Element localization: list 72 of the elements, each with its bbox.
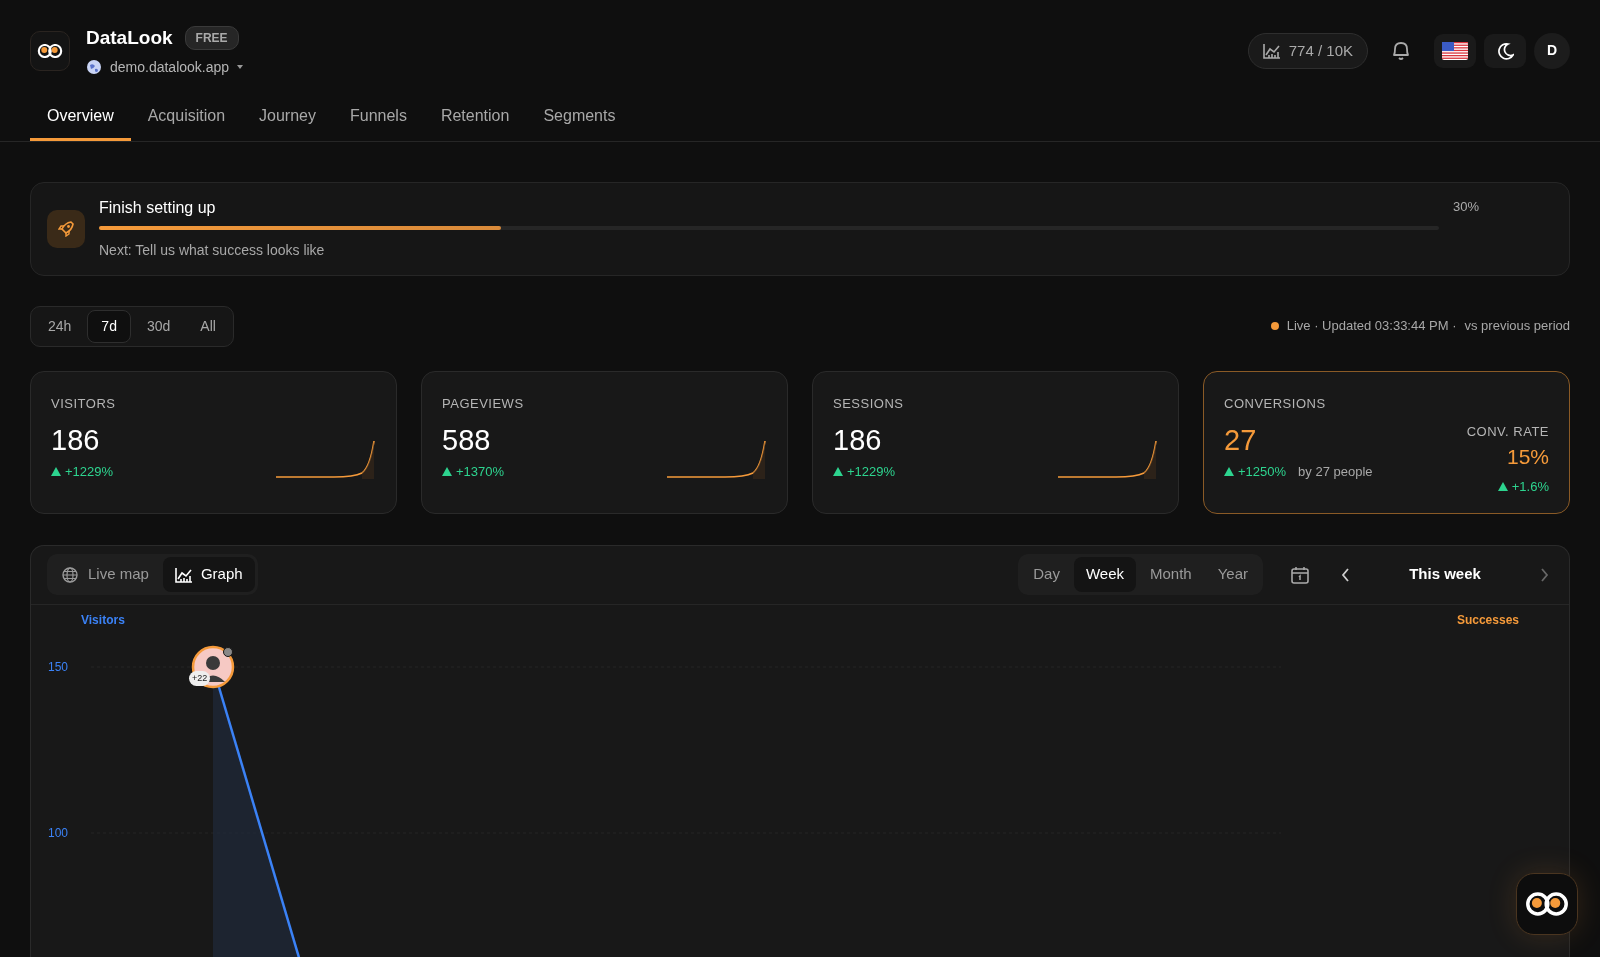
metric-label: SESSIONS xyxy=(833,394,905,413)
metric-label: CONVERSIONS xyxy=(1224,394,1327,413)
usage-count: 774 / 10K xyxy=(1288,40,1353,61)
theme-toggle-button[interactable] xyxy=(1484,33,1526,68)
flag-icon xyxy=(1442,41,1468,60)
language-button[interactable] xyxy=(1434,33,1476,68)
assistant-button[interactable] xyxy=(1516,873,1578,935)
axis-tick-label: 100 xyxy=(48,825,69,840)
up-triangle-icon xyxy=(1497,481,1508,491)
metric-value: 588 xyxy=(442,423,492,458)
up-triangle-icon xyxy=(833,467,843,477)
rocket-icon xyxy=(58,220,74,237)
change-percent: +1250% xyxy=(1238,462,1287,481)
rate-value: 15% xyxy=(1506,444,1549,470)
site-selector[interactable]: demo.datalook.app xyxy=(110,56,230,78)
range-tab[interactable]: Year xyxy=(1205,557,1260,592)
eyes-icon xyxy=(37,43,63,58)
metric-note: by 27 people xyxy=(1298,462,1373,481)
chevron-left-icon xyxy=(1341,567,1350,582)
period-option[interactable]: 24h xyxy=(34,309,86,343)
metric-label: PAGEVIEWS xyxy=(442,394,525,413)
range-tab[interactable]: Week xyxy=(1073,557,1136,592)
metric-value: 186 xyxy=(51,423,101,458)
comparison-label[interactable]: vs previous period xyxy=(1464,316,1570,336)
plan-badge: FREE xyxy=(184,26,239,51)
view-tab[interactable]: Live map xyxy=(50,557,161,592)
globe-icon xyxy=(86,59,102,75)
change-percent: +1229% xyxy=(847,462,896,481)
metric-value: 186 xyxy=(833,423,883,458)
caret-icon[interactable] xyxy=(237,65,244,69)
period-option[interactable]: All xyxy=(186,309,230,343)
update-status: Live · Updated 03:33:44 PM · xyxy=(1286,317,1457,336)
globe-icon xyxy=(62,566,80,583)
live-dot xyxy=(1270,322,1279,330)
chevron-right-icon xyxy=(1540,567,1549,582)
period-label: This week xyxy=(1408,564,1482,585)
range-tab[interactable]: Day xyxy=(1021,557,1072,592)
metric-value: 27 xyxy=(1224,423,1258,458)
period-option[interactable]: 7d xyxy=(87,309,131,343)
chart-icon xyxy=(174,566,193,583)
setup-title: Finish setting up xyxy=(99,198,217,218)
axis-tick-label: 150 xyxy=(48,659,69,674)
nav-tab[interactable]: Acquisition xyxy=(130,99,243,141)
rate-label: CONV. RATE xyxy=(1466,422,1549,441)
view-tab[interactable]: Graph xyxy=(162,557,255,592)
nav-tab[interactable]: Journey xyxy=(242,99,333,141)
axis-title: Visitors xyxy=(81,611,125,629)
up-triangle-icon xyxy=(442,467,452,477)
usage-pill[interactable]: 774 / 10K xyxy=(1247,32,1368,69)
progress-percent: 30% xyxy=(1453,198,1480,214)
next-step-text: Next: Tell us what success looks like xyxy=(99,241,326,260)
eyes-icon xyxy=(1524,892,1570,916)
nav-tab[interactable]: Retention xyxy=(423,99,527,141)
moon-icon xyxy=(1496,41,1514,60)
metric-label: VISITORS xyxy=(51,394,117,413)
notification-bell-icon[interactable] xyxy=(1390,40,1412,62)
nav-tab[interactable]: Segments xyxy=(526,99,633,141)
nav-tab[interactable]: Overview xyxy=(30,99,131,141)
user-avatar-button[interactable]: D xyxy=(1534,32,1570,69)
up-triangle-icon xyxy=(1224,467,1234,477)
period-option[interactable]: 30d xyxy=(132,309,185,343)
change-percent: +1370% xyxy=(456,462,505,481)
range-tab[interactable]: Month xyxy=(1138,557,1204,592)
calendar-icon xyxy=(1291,565,1309,584)
app-title: DataLook xyxy=(86,26,173,50)
rate-change: +1.6% xyxy=(1511,477,1549,496)
change-percent: +1229% xyxy=(65,462,114,481)
nav-tab[interactable]: Funnels xyxy=(333,99,424,141)
chart-icon xyxy=(1262,42,1281,59)
up-triangle-icon xyxy=(51,467,61,477)
logo-button[interactable] xyxy=(30,30,70,71)
axis-title: Successes xyxy=(1456,611,1519,629)
